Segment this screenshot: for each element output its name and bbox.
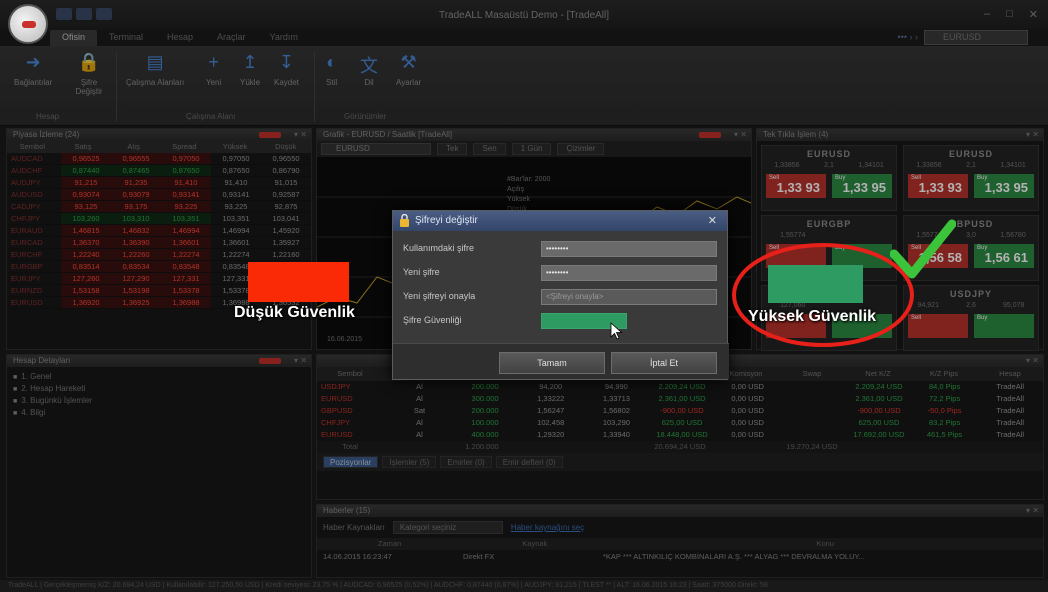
dialog-footer: Tamam İptal Et — [393, 343, 729, 379]
lock-icon — [400, 214, 409, 227]
password-strength-row: Şifre Güvenliği — [403, 313, 723, 331]
current-password-row: Kullanımdaki şifre •••••••• — [403, 241, 723, 259]
checkmark-icon — [890, 219, 956, 279]
ok-button[interactable]: Tamam — [499, 352, 605, 374]
dialog-title: Şifreyi değiştir — [415, 215, 478, 226]
change-password-dialog: Şifreyi değiştir ✕ Kullanımdaki şifre ••… — [392, 210, 729, 380]
low-security-label: Düşük Güvenlik — [234, 304, 355, 321]
low-security-swatch — [248, 262, 349, 302]
app-logo-icon[interactable] — [8, 4, 48, 44]
confirm-password-field[interactable]: <Şifreyi onayla> — [541, 289, 717, 305]
confirm-password-label: Yeni şifreyi onayla — [403, 291, 476, 301]
highlight-circle — [732, 243, 914, 347]
new-password-row: Yeni şifre •••••••• — [403, 265, 723, 283]
current-password-label: Kullanımdaki şifre — [403, 243, 475, 253]
current-password-field[interactable]: •••••••• — [541, 241, 717, 257]
close-icon[interactable]: ✕ — [708, 211, 717, 231]
new-password-field[interactable]: •••••••• — [541, 265, 717, 281]
confirm-password-row: Yeni şifreyi onayla <Şifreyi onayla> — [403, 289, 723, 307]
password-strength-label: Şifre Güvenliği — [403, 315, 462, 325]
mouse-cursor-icon — [610, 322, 623, 340]
dialog-title-bar: Şifreyi değiştir ✕ — [393, 211, 727, 231]
new-password-label: Yeni şifre — [403, 267, 440, 277]
cancel-button[interactable]: İptal Et — [611, 352, 717, 374]
